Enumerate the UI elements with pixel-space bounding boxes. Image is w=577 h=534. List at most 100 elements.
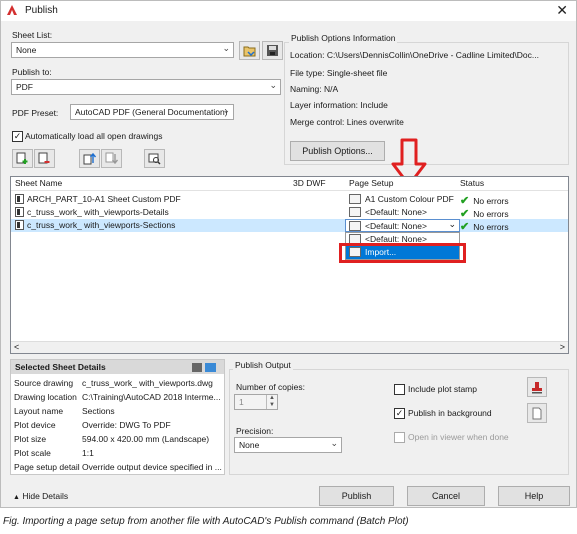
copies-value: 1 (239, 397, 244, 407)
layer-info-text: Layer information: Include (290, 100, 388, 110)
hide-details-link[interactable]: ▲ Hide Details (13, 491, 68, 501)
publish-options-button[interactable]: Publish Options... (290, 141, 385, 161)
detail-value: Override output device specified in ... (82, 462, 222, 472)
save-icon (267, 45, 278, 56)
page-setup-text: <Default: None> (365, 207, 427, 217)
status-text: No errors (473, 209, 509, 219)
scroll-right-icon[interactable]: > (560, 342, 565, 352)
detail-key: Plot device (14, 420, 56, 430)
publish-to-value: PDF (16, 82, 33, 92)
sheet-name-cell: ARCH_PART_10-A1 Sheet Custom PDF (15, 194, 181, 204)
chevron-down-icon: ⌄ (269, 80, 277, 90)
open-in-viewer-label: Open in viewer when done (408, 432, 509, 442)
detail-value: c_truss_work_ with_viewports.dwg (82, 378, 213, 388)
open-in-viewer-checkbox[interactable] (394, 432, 405, 443)
detail-row: Plot device Override: DWG To PDF (14, 420, 171, 430)
stamp-icon (532, 381, 542, 393)
sheet-list-combo[interactable]: None ⌄ (11, 42, 234, 58)
merge-control-text: Merge control: Lines overwrite (290, 117, 404, 127)
publish-to-combo[interactable]: PDF ⌄ (11, 79, 281, 95)
help-button[interactable]: Help (498, 486, 570, 506)
column-status[interactable]: Status (460, 178, 484, 188)
detail-row: Plot scale 1:1 (14, 448, 94, 458)
chevron-down-icon: ⌄ (222, 43, 230, 53)
location-text: Location: C:\Users\DennisCollin\OneDrive… (290, 50, 539, 60)
pdf-preset-value: AutoCAD PDF (General Documentation) (75, 107, 228, 117)
detail-value: 594.00 x 420.00 mm (Landscape) (82, 434, 210, 444)
autocad-logo-icon (7, 5, 17, 15)
add-sheets-button[interactable] (12, 149, 33, 168)
chevron-down-icon: ⌄ (448, 219, 456, 229)
preview-button[interactable] (144, 149, 165, 168)
page-setup-icon (349, 207, 361, 217)
publish-in-background-label: Publish in background (408, 408, 492, 418)
move-up-icon (83, 152, 96, 165)
detail-key: Plot scale (14, 448, 51, 458)
copy-icon[interactable] (192, 363, 202, 372)
precision-label: Precision: (236, 426, 274, 436)
info-icon[interactable] (205, 363, 216, 372)
table-row[interactable]: ARCH_PART_10-A1 Sheet Custom PDF A1 Cust… (11, 193, 568, 207)
scroll-left-icon[interactable]: < (14, 342, 19, 352)
remove-sheet-icon (38, 152, 50, 164)
move-sheet-down-button[interactable] (101, 149, 122, 168)
precision-combo[interactable]: None ⌄ (234, 437, 342, 453)
folder-open-icon (243, 46, 255, 56)
copies-stepper[interactable]: 1 ▲ ▼ (234, 394, 278, 410)
close-icon[interactable]: ✕ (556, 2, 568, 19)
column-sheet-name[interactable]: Sheet Name (15, 178, 62, 188)
move-down-icon (105, 152, 118, 165)
table-row[interactable]: c_truss_work_ with_viewports-Details <De… (11, 206, 568, 220)
page-setup-cell: <Default: None> (349, 207, 427, 217)
column-page-setup[interactable]: Page Setup (349, 178, 393, 188)
status-text: No errors (473, 196, 509, 206)
move-sheet-up-button[interactable] (79, 149, 100, 168)
page-setup-text: <Default: None> (365, 221, 427, 231)
sheet-table: Sheet Name 3D DWF Page Setup Status ARCH… (10, 176, 569, 354)
sheet-list-label: Sheet List: (12, 30, 53, 40)
detail-row: Layout name Sections (14, 406, 115, 416)
publish-button[interactable]: Publish (319, 486, 394, 506)
sheet-icon (15, 207, 24, 217)
cancel-button[interactable]: Cancel (407, 486, 485, 506)
pdf-preset-combo[interactable]: AutoCAD PDF (General Documentation) ⌄ (70, 104, 234, 120)
naming-text: Naming: N/A (290, 84, 339, 94)
page-setup-text: A1 Custom Colour PDF (365, 194, 454, 204)
page-setup-dropdown[interactable]: <Default: None> ⌄ (345, 219, 460, 232)
detail-key: Plot size (14, 434, 47, 444)
background-settings-button[interactable] (527, 403, 547, 423)
save-sheet-list-button[interactable] (262, 41, 283, 60)
include-plot-stamp-checkbox[interactable] (394, 384, 405, 395)
window-title: Publish (25, 5, 58, 16)
plot-stamp-settings-button[interactable] (527, 377, 547, 397)
page-setup-cell: A1 Custom Colour PDF (349, 194, 454, 204)
detail-row: Source drawing c_truss_work_ with_viewpor… (14, 378, 213, 388)
detail-value: Sections (82, 406, 115, 416)
selected-sheet-details: Selected Sheet Details Source drawing c_t… (10, 359, 225, 475)
precision-value: None (239, 440, 260, 450)
page-setup-icon (349, 221, 361, 231)
details-title: Selected Sheet Details (15, 362, 106, 372)
sheet-icon (15, 220, 24, 230)
column-3d-dwf[interactable]: 3D DWF (293, 178, 326, 188)
horizontal-scrollbar[interactable]: < > (11, 341, 568, 353)
sheet-name-text: ARCH_PART_10-A1 Sheet Custom PDF (27, 194, 181, 204)
detail-key: Layout name (14, 406, 64, 416)
document-icon (532, 407, 542, 419)
detail-row: Plot size 594.00 x 420.00 mm (Landscape) (14, 434, 209, 444)
add-sheet-icon (16, 152, 28, 164)
publish-in-background-checkbox[interactable]: ✓ (394, 408, 405, 419)
details-header: Selected Sheet Details (11, 360, 224, 374)
detail-value: 1:1 (82, 448, 94, 458)
detail-value: Override: DWG To PDF (82, 420, 171, 430)
detail-row: Drawing location C:\Training\AutoCAD 2018… (14, 392, 221, 402)
figure-caption: Fig. Importing a page setup from another… (3, 516, 409, 527)
publish-output-heading: Publish Output (233, 360, 293, 370)
copies-label: Number of copies: (236, 382, 305, 392)
table-row-selected[interactable]: c_truss_work_ with_viewports-Sections <D… (11, 219, 568, 233)
remove-sheets-button[interactable] (34, 149, 55, 168)
load-sheet-list-button[interactable] (239, 41, 260, 60)
auto-load-checkbox[interactable]: ✓ (12, 131, 23, 142)
include-plot-stamp-label: Include plot stamp (408, 384, 477, 394)
stepper-arrows-icon[interactable]: ▲ ▼ (266, 395, 277, 409)
